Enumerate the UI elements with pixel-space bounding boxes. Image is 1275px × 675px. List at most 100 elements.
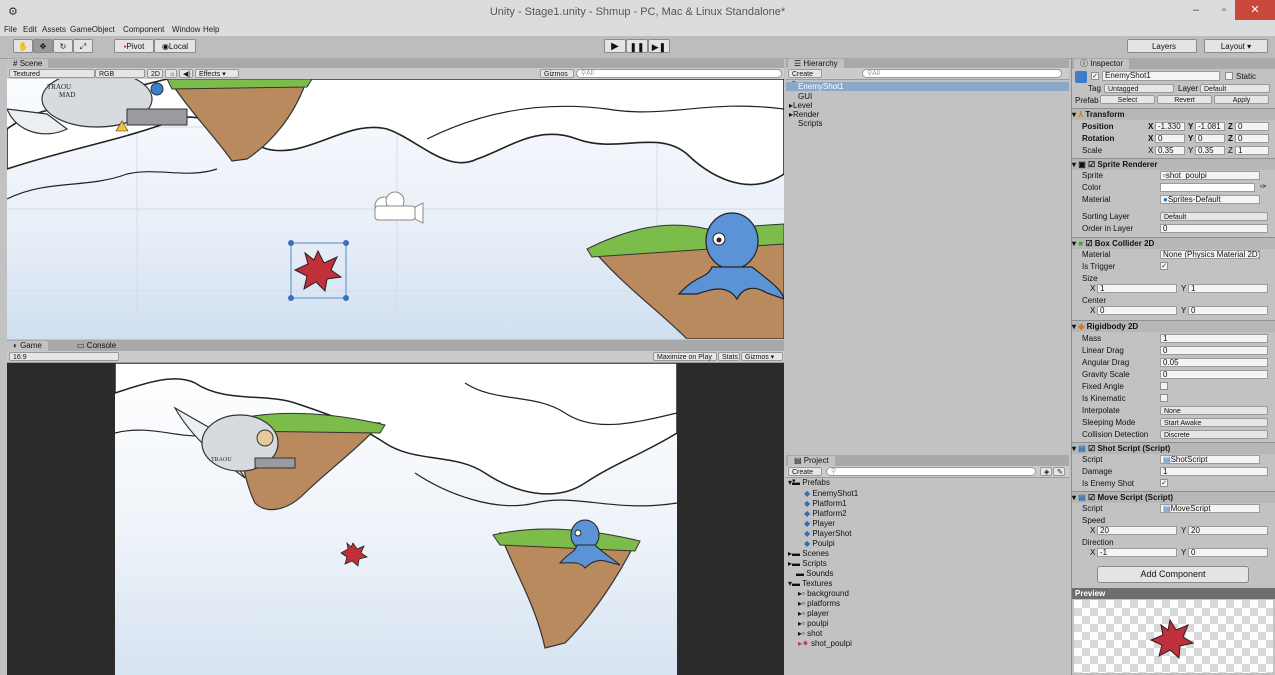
rigidbody-header[interactable]: ▾ ◆ Rigidbody 2D: [1072, 320, 1275, 332]
transform-header[interactable]: ▾ ⅄ Transform: [1072, 108, 1275, 120]
gizmos-dropdown[interactable]: Gizmos ▾: [540, 69, 574, 87]
layer-dropdown[interactable]: Default: [1200, 84, 1270, 93]
scene-viewport[interactable]: TRAOU MAD: [7, 79, 784, 339]
preview-header[interactable]: Preview: [1072, 588, 1275, 599]
enemy-shot-selected[interactable]: [288, 240, 349, 301]
active-checkbox[interactable]: ✓: [1091, 72, 1099, 80]
order-in-layer-field[interactable]: 0: [1160, 224, 1268, 233]
maximize-button[interactable]: ▫: [1210, 0, 1238, 20]
project-folder[interactable]: ▾▬ Textures: [788, 579, 832, 588]
component-enabled-checkbox[interactable]: ☑: [1088, 160, 1095, 169]
pivot-toggle[interactable]: ▪Pivot: [114, 39, 154, 53]
effects-dropdown[interactable]: Effects ▾: [195, 69, 239, 78]
prefab-apply-button[interactable]: Apply: [1214, 95, 1269, 104]
step-button[interactable]: ▶❚: [648, 39, 670, 53]
project-item[interactable]: ▸▫ shot: [798, 629, 822, 638]
speed-x-field[interactable]: 20: [1097, 526, 1177, 535]
direction-x-field[interactable]: -1: [1097, 548, 1177, 557]
project-create-dropdown[interactable]: Create ▾: [788, 467, 822, 485]
menu-component[interactable]: Component: [123, 25, 164, 34]
size-y-field[interactable]: 1: [1188, 284, 1268, 293]
project-item[interactable]: ▸✷ shot_poulpi: [798, 639, 852, 648]
filter-label-icon[interactable]: ✎: [1053, 467, 1065, 476]
hierarchy-item[interactable]: GUI: [798, 92, 812, 101]
shot-script-field[interactable]: ▤ShotScript: [1160, 455, 1260, 464]
hierarchy-search-input[interactable]: ⚲All: [862, 69, 1062, 78]
layout-dropdown[interactable]: Layout ▾: [1204, 39, 1268, 53]
center-x-field[interactable]: 0: [1097, 306, 1177, 315]
render-mode-dropdown[interactable]: RGB: [95, 69, 145, 78]
project-item[interactable]: ◆ PlayerShot: [804, 529, 852, 538]
hierarchy-item[interactable]: Scripts: [798, 119, 822, 128]
project-item[interactable]: ◆ Platform1: [804, 499, 847, 508]
project-folder[interactable]: ▸▬ Scenes: [788, 549, 829, 558]
menu-assets[interactable]: Assets: [42, 25, 66, 34]
sorting-layer-dropdown[interactable]: Default: [1160, 212, 1268, 221]
is-kinematic-checkbox[interactable]: [1160, 394, 1168, 402]
direction-y-field[interactable]: 0: [1188, 548, 1268, 557]
is-trigger-checkbox[interactable]: ✓: [1160, 262, 1168, 270]
game-viewport[interactable]: TRAOU: [7, 363, 784, 675]
maximize-on-play-toggle[interactable]: Maximize on Play: [653, 352, 717, 361]
damage-field[interactable]: 1: [1160, 467, 1268, 476]
menu-file[interactable]: File: [4, 25, 17, 34]
project-item[interactable]: ▸▫ player: [798, 609, 829, 618]
menu-edit[interactable]: Edit: [23, 25, 37, 34]
component-enabled-checkbox[interactable]: ☑: [1085, 239, 1092, 248]
object-name-field[interactable]: EnemyShot1: [1102, 71, 1220, 81]
tab-game[interactable]: ◐ Game: [7, 341, 48, 351]
component-enabled-checkbox[interactable]: ☑: [1088, 493, 1095, 502]
project-folder[interactable]: ▾▬ Prefabs: [788, 478, 830, 487]
stats-toggle[interactable]: Stats: [718, 352, 740, 361]
material-field[interactable]: ●Sprites-Default: [1160, 195, 1260, 204]
project-folder[interactable]: ▸▬ Scripts: [788, 559, 827, 568]
2d-toggle[interactable]: 2D: [147, 69, 163, 78]
menu-help[interactable]: Help: [203, 25, 219, 34]
position-y-field[interactable]: -1.081: [1195, 122, 1225, 131]
gravity-scale-field[interactable]: 0: [1160, 370, 1268, 379]
angular-drag-field[interactable]: 0.05: [1160, 358, 1268, 367]
project-item[interactable]: ▸▫ platforms: [798, 599, 840, 608]
rotation-x-field[interactable]: 0: [1155, 134, 1185, 143]
menu-gameobject[interactable]: GameObject: [70, 25, 115, 34]
tab-project[interactable]: ▤ Project: [788, 456, 835, 466]
project-search-input[interactable]: ⚲: [826, 467, 1036, 476]
hand-tool-icon[interactable]: ✋: [13, 39, 33, 53]
project-item[interactable]: ◆ Platform2: [804, 509, 847, 518]
move-tool-icon[interactable]: ✥: [33, 39, 53, 53]
move-script-header[interactable]: ▾ ▤ ☑ Move Script (Script): [1072, 491, 1275, 503]
scale-tool-icon[interactable]: ⤢: [73, 39, 93, 53]
rotation-y-field[interactable]: 0: [1195, 134, 1225, 143]
scene-search-input[interactable]: ⚲All: [576, 69, 782, 78]
project-item[interactable]: ▸▫ poulpi: [798, 619, 828, 628]
scale-y-field[interactable]: 0.35: [1195, 146, 1225, 155]
box-collider-header[interactable]: ▾ ■ ☑ Box Collider 2D: [1072, 237, 1275, 249]
speed-y-field[interactable]: 20: [1188, 526, 1268, 535]
game-gizmos-dropdown[interactable]: Gizmos ▾: [741, 352, 783, 361]
prefab-revert-button[interactable]: Revert: [1157, 95, 1212, 104]
size-x-field[interactable]: 1: [1097, 284, 1177, 293]
position-x-field[interactable]: -1.330: [1155, 122, 1185, 131]
project-item[interactable]: ◆ Player: [804, 519, 835, 528]
layers-dropdown[interactable]: Layers: [1127, 39, 1197, 53]
collider-material-field[interactable]: None (Physics Material 2D): [1160, 250, 1260, 259]
color-swatch[interactable]: [1160, 183, 1255, 192]
add-component-button[interactable]: Add Component: [1097, 566, 1249, 583]
filter-type-icon[interactable]: ◈: [1040, 467, 1052, 476]
linear-drag-field[interactable]: 0: [1160, 346, 1268, 355]
scale-x-field[interactable]: 0.35: [1155, 146, 1185, 155]
pause-button[interactable]: ❚❚: [626, 39, 648, 53]
hierarchy-create-dropdown[interactable]: Create ▾: [788, 69, 822, 87]
lighting-icon[interactable]: ☼: [165, 69, 177, 78]
static-checkbox[interactable]: [1225, 72, 1233, 80]
project-item[interactable]: ◆ Poulpi: [804, 539, 835, 548]
sprite-field[interactable]: ▫shot_poulpi: [1160, 171, 1260, 180]
sleeping-mode-dropdown[interactable]: Start Awake: [1160, 418, 1268, 427]
center-y-field[interactable]: 0: [1188, 306, 1268, 315]
sprite-renderer-header[interactable]: ▾ ▣ ☑ Sprite Renderer: [1072, 158, 1275, 170]
rotation-z-field[interactable]: 0: [1235, 134, 1269, 143]
project-item[interactable]: ▸▫ background: [798, 589, 849, 598]
rotate-tool-icon[interactable]: ↻: [53, 39, 73, 53]
fixed-angle-checkbox[interactable]: [1160, 382, 1168, 390]
project-folder[interactable]: ▬ Sounds: [796, 569, 833, 578]
